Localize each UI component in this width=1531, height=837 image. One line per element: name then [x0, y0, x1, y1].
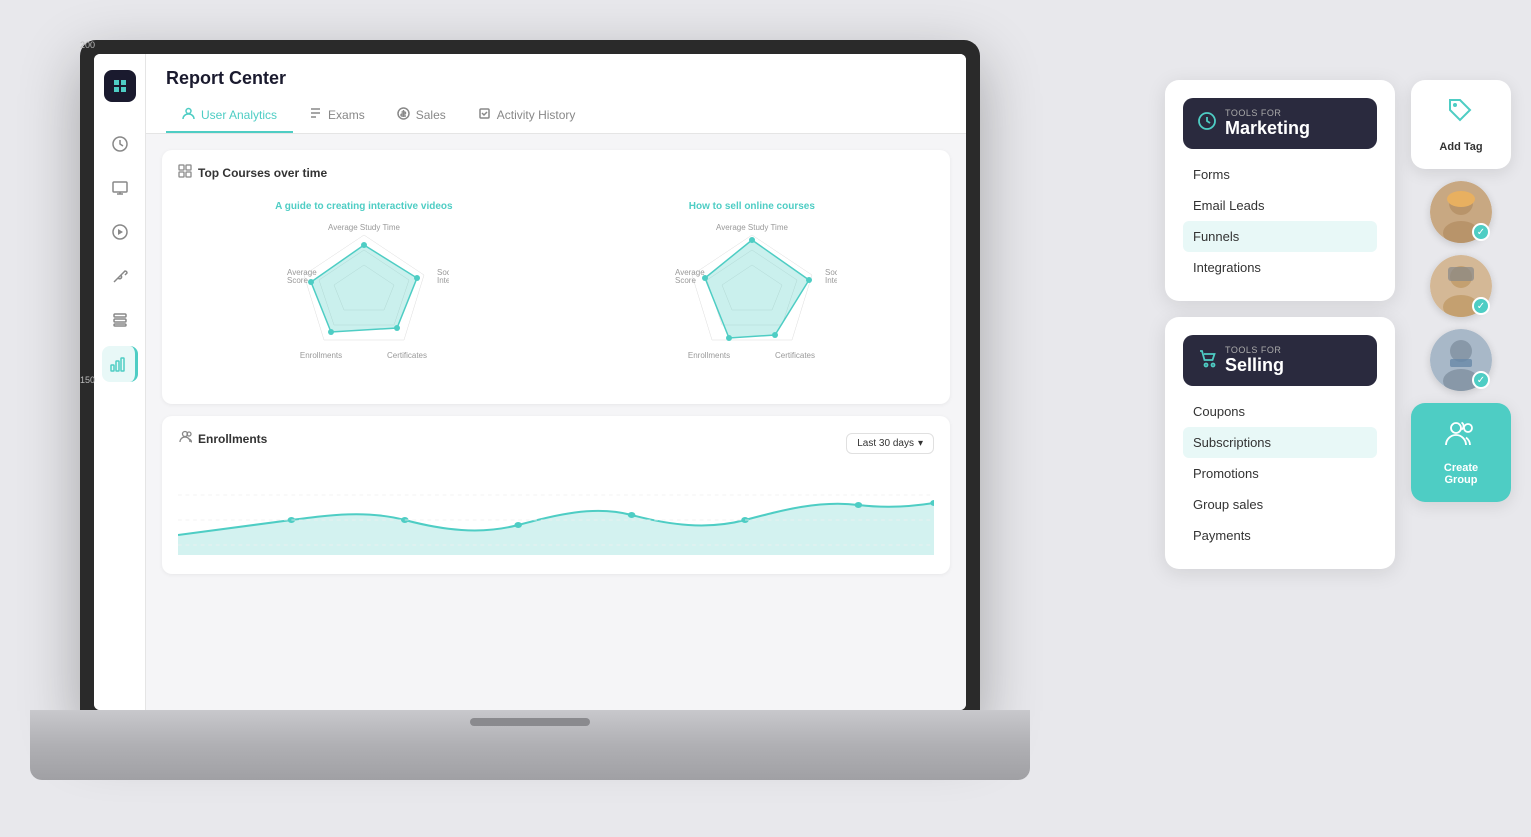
radar-2-title: How to sell online courses [689, 201, 815, 212]
add-tag-label: Add Tag [1439, 141, 1482, 153]
svg-text:Interactions: Interactions [437, 276, 449, 285]
avatar-2-wrapper: ✓ [1430, 255, 1492, 317]
svg-text:Average Study Time: Average Study Time [716, 223, 788, 232]
marketing-sub-label: Tools for [1225, 108, 1310, 118]
tab-user-analytics-label: User Analytics [201, 108, 277, 122]
selling-item-promotions[interactable]: Promotions [1183, 458, 1377, 489]
svg-text:Average Study Time: Average Study Time [328, 223, 400, 232]
chevron-down-icon: ▾ [918, 438, 923, 449]
tab-exams[interactable]: Exams [293, 99, 381, 133]
selling-header-text: Tools for Selling [1225, 345, 1284, 376]
tab-sales-label: Sales [416, 108, 446, 122]
laptop-screen: Report Center User Analytics [94, 54, 966, 710]
enrollments-card: Enrollments Last 30 days ▾ 200 150 [162, 416, 950, 574]
create-group-button[interactable]: Create Group [1411, 403, 1511, 502]
laptop-bezel: Report Center User Analytics [80, 40, 980, 720]
top-courses-title: Top Courses over time [178, 164, 934, 181]
enrollment-header: Enrollments Last 30 days ▾ [178, 430, 934, 457]
radar-svg-1: Average Study Time Social Interactions C… [279, 220, 449, 380]
radar-charts-container: A guide to creating interactive videos [178, 191, 934, 390]
exams-icon [309, 107, 322, 123]
main-content: Report Center User Analytics [146, 54, 966, 710]
radar-svg-2: Average Study Time Social Interactions C… [667, 220, 837, 380]
selling-title: Selling [1225, 355, 1284, 376]
tabs-container: User Analytics Exams [166, 99, 946, 133]
enrollments-title: Enrollments [178, 430, 267, 447]
sidebar-icon-play[interactable] [102, 214, 138, 250]
selling-item-coupons[interactable]: Coupons [1183, 396, 1377, 427]
report-header: Report Center User Analytics [146, 54, 966, 134]
selling-sub-label: Tools for [1225, 345, 1284, 355]
marketing-tools-card: Tools for Marketing Forms Email Leads Fu… [1165, 80, 1395, 301]
selling-item-group-sales[interactable]: Group sales [1183, 489, 1377, 520]
top-courses-card: Top Courses over time A guide to creatin… [162, 150, 950, 404]
radar-1-title: A guide to creating interactive videos [275, 201, 452, 212]
svg-text:Enrollments: Enrollments [688, 351, 730, 360]
content-area: Top Courses over time A guide to creatin… [146, 134, 966, 710]
avatar-3-wrapper: ✓ [1430, 329, 1492, 391]
laptop-base [30, 710, 1030, 780]
add-tag-button[interactable]: Add Tag [1411, 80, 1511, 169]
selling-header: Tools for Selling [1183, 335, 1377, 386]
courses-chart-icon [178, 164, 192, 181]
avatar-3-check: ✓ [1472, 371, 1490, 389]
create-group-icon [1444, 419, 1478, 454]
sidebar-icon-clock[interactable] [102, 126, 138, 162]
sidebar-icon-analytics[interactable] [102, 346, 138, 382]
menus-column: Tools for Marketing Forms Email Leads Fu… [1165, 80, 1395, 569]
selling-tools-card: Tools for Selling Coupons Subscriptions … [1165, 317, 1395, 569]
wave-chart-wrapper [178, 465, 934, 560]
tab-user-analytics[interactable]: User Analytics [166, 99, 293, 133]
svg-text:Certificates: Certificates [775, 351, 815, 360]
selling-icon [1197, 348, 1217, 373]
marketing-item-forms[interactable]: Forms [1183, 159, 1377, 190]
user-analytics-icon [182, 107, 195, 123]
right-side-panel: Tools for Marketing Forms Email Leads Fu… [1165, 80, 1511, 569]
svg-text:Score: Score [675, 276, 696, 285]
avatar-1-check: ✓ [1472, 223, 1490, 241]
svg-text:Score: Score [287, 276, 308, 285]
sidebar-icon-list[interactable] [102, 302, 138, 338]
avatar-2-check: ✓ [1472, 297, 1490, 315]
marketing-items: Forms Email Leads Funnels Integrations [1183, 149, 1377, 283]
marketing-header: Tools for Marketing [1183, 98, 1377, 149]
marketing-item-integrations[interactable]: Integrations [1183, 252, 1377, 283]
enrollments-icon [178, 430, 192, 447]
sidebar-icon-tools[interactable] [102, 258, 138, 294]
selling-item-payments[interactable]: Payments [1183, 520, 1377, 551]
marketing-item-funnels[interactable]: Funnels [1183, 221, 1377, 252]
create-group-label: Create Group [1427, 462, 1495, 486]
app-logo [104, 70, 136, 102]
activity-icon [478, 107, 491, 123]
tab-activity-history[interactable]: Activity History [462, 99, 592, 133]
svg-text:Enrollments: Enrollments [300, 351, 342, 360]
sidebar-icon-screen[interactable] [102, 170, 138, 206]
report-title: Report Center [166, 68, 946, 89]
marketing-header-text: Tools for Marketing [1225, 108, 1310, 139]
tab-exams-label: Exams [328, 108, 365, 122]
marketing-item-email-leads[interactable]: Email Leads [1183, 190, 1377, 221]
marketing-title: Marketing [1225, 118, 1310, 139]
tab-activity-history-label: Activity History [497, 108, 576, 122]
selling-item-subscriptions[interactable]: Subscriptions [1183, 427, 1377, 458]
sidebar [94, 54, 146, 710]
radar-chart-2: How to sell online courses [667, 201, 837, 380]
actions-column: Add Tag ✓ [1411, 80, 1511, 569]
sales-icon [397, 107, 410, 123]
tab-sales[interactable]: Sales [381, 99, 462, 133]
radar-chart-1: A guide to creating interactive videos [275, 201, 452, 380]
marketing-icon [1197, 111, 1217, 136]
svg-text:Interactions: Interactions [825, 276, 837, 285]
enrollment-chart-area: 200 150 100 [178, 465, 934, 560]
tag-icon [1446, 96, 1476, 133]
selling-items: Coupons Subscriptions Promotions Group s… [1183, 386, 1377, 551]
wave-chart-svg [178, 465, 934, 555]
svg-text:Certificates: Certificates [387, 351, 427, 360]
avatar-1-wrapper: ✓ [1430, 181, 1492, 243]
laptop-container: Report Center User Analytics [30, 40, 1030, 800]
date-filter-button[interactable]: Last 30 days ▾ [846, 433, 934, 454]
